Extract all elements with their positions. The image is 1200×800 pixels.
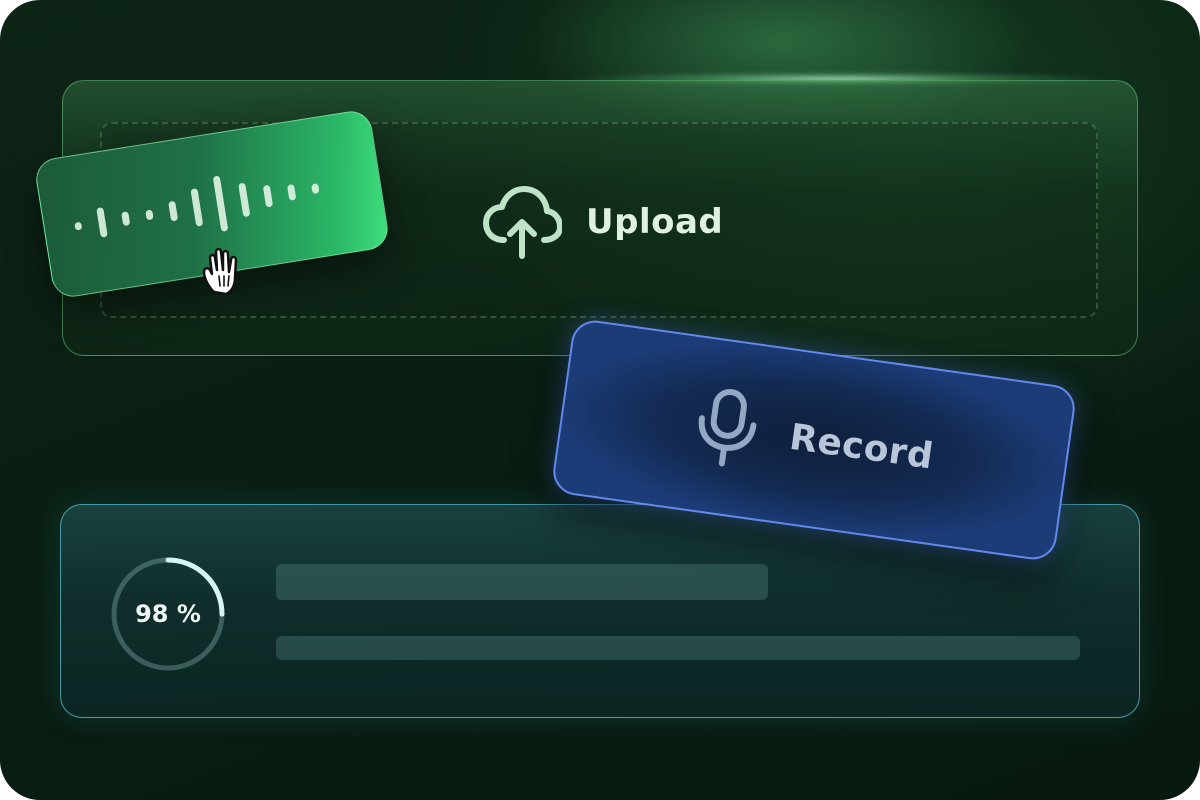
progress-percent: 98 % bbox=[135, 600, 201, 628]
cloud-upload-icon bbox=[483, 186, 562, 259]
title-placeholder bbox=[276, 564, 768, 600]
upload-label: Upload bbox=[586, 202, 724, 242]
waveform-bar bbox=[262, 184, 274, 208]
record-label: Record bbox=[787, 416, 937, 478]
waveform-bar bbox=[311, 183, 320, 195]
waveform-bar bbox=[190, 188, 204, 227]
waveform-bar bbox=[74, 221, 83, 231]
microphone-icon bbox=[698, 388, 757, 467]
waveform-bar bbox=[96, 207, 108, 238]
hand-grab-icon bbox=[202, 247, 238, 296]
waveform-bar bbox=[145, 209, 154, 221]
waveform-bar bbox=[238, 182, 251, 218]
waveform-bar bbox=[168, 200, 179, 222]
upload-button[interactable]: Upload bbox=[482, 184, 723, 260]
waveform-bar bbox=[121, 211, 131, 227]
app-frame: Upload 98 % Record bbox=[0, 0, 1200, 800]
waveform-bar bbox=[212, 175, 229, 232]
waveform-bar bbox=[286, 183, 297, 201]
subtitle-placeholder bbox=[276, 636, 1080, 660]
